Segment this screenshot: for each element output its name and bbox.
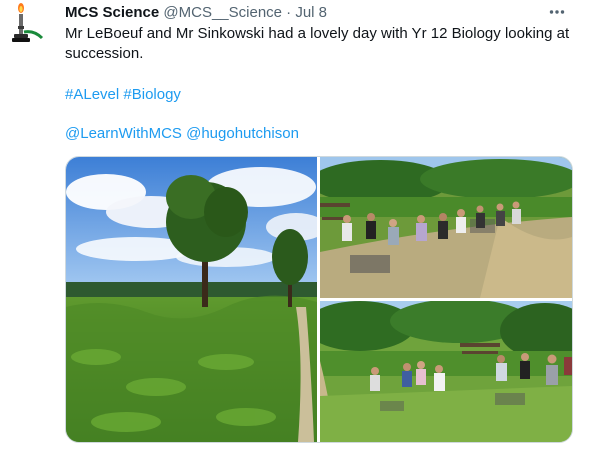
author-handle[interactable]: @MCS__Science [163, 4, 282, 21]
avatar[interactable] [10, 2, 46, 50]
mention-learnwithmcs[interactable]: @LearnWithMCS [65, 125, 182, 142]
hashtag-biology[interactable]: #Biology [123, 86, 181, 103]
author-name[interactable]: MCS Science [65, 4, 159, 21]
mention-line: @LearnWithMCS @hugohutchison [65, 124, 299, 144]
tweet-header: MCS Science @MCS__Science · Jul 8 [65, 3, 327, 23]
header-separator: · [286, 4, 292, 21]
more-options-button[interactable] [548, 3, 566, 21]
hashtag-alevel[interactable]: #ALevel [65, 86, 119, 103]
bunsen-burner-icon [12, 3, 44, 42]
students-seated-on-grass-photo[interactable] [320, 157, 572, 298]
media-grid [65, 156, 573, 443]
forest-landscape-photo[interactable] [66, 157, 317, 442]
mention-hugohutchison[interactable]: @hugohutchison [186, 125, 299, 142]
more-horizontal-icon [549, 10, 565, 14]
students-on-hillside-photo[interactable] [320, 301, 572, 442]
hashtag-line: #ALevel #Biology [65, 85, 181, 105]
tweet[interactable]: MCS Science @MCS__Science · Jul 8 Mr LeB… [0, 0, 604, 455]
tweet-date[interactable]: Jul 8 [295, 4, 327, 21]
tweet-text: Mr LeBoeuf and Mr Sinkowski had a lovely… [65, 25, 570, 62]
